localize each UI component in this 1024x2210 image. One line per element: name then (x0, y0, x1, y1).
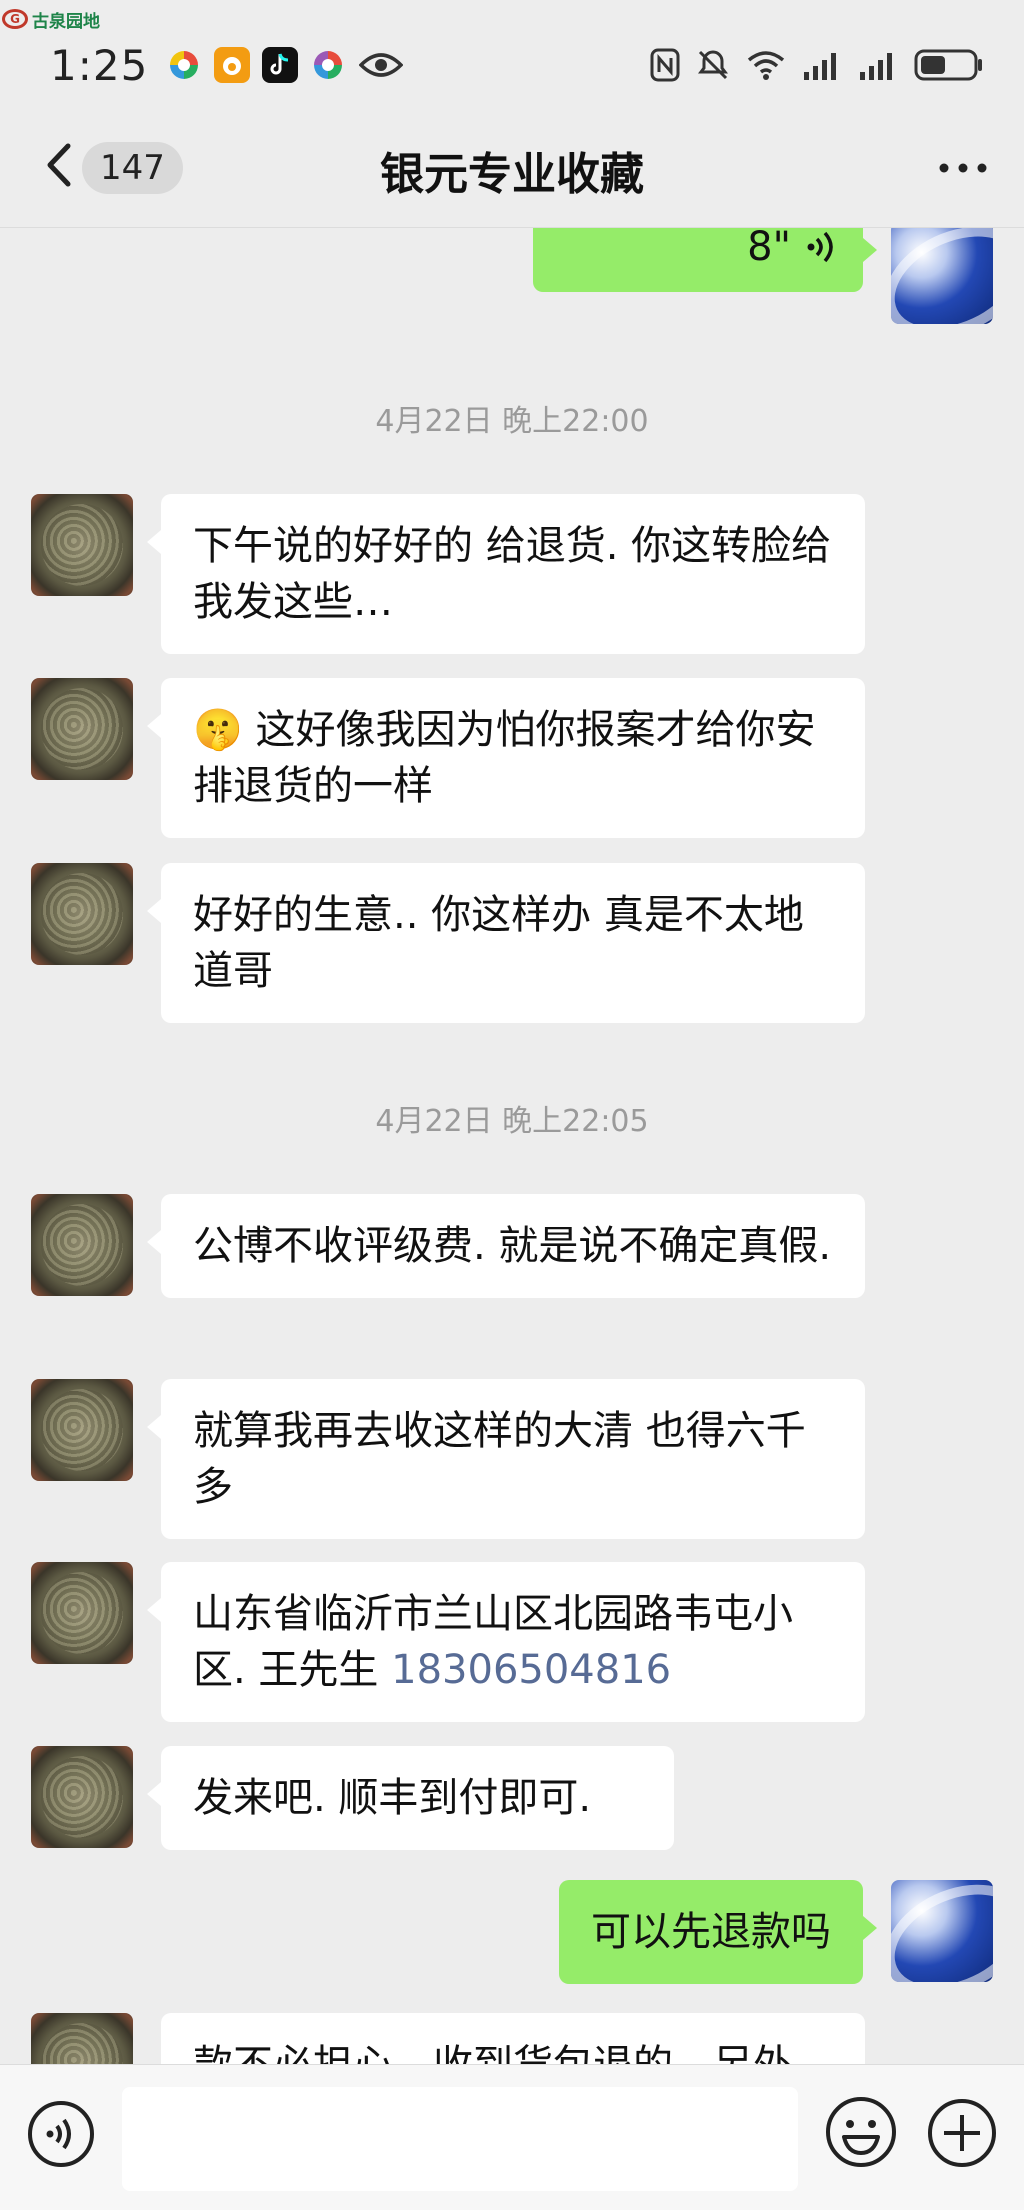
message-text: 好好的生意.. 你这样办 真是不太地道哥 (193, 892, 804, 994)
voice-wave-icon (807, 231, 833, 263)
message-bubble[interactable]: 下午说的好好的 给退货. 你这转脸给我发这些… (147, 494, 865, 654)
eye-icon (358, 47, 404, 83)
message-text: 发来吧. 顺丰到付即可. (193, 1775, 592, 1821)
contact-avatar[interactable] (31, 2013, 133, 2064)
message-bubble[interactable]: 山东省临沂市兰山区北园路韦屯小区. 王先生 18306504816 (147, 1562, 865, 1722)
browser-app-icon (310, 47, 346, 83)
message-bubble[interactable]: 公博不收评级费. 就是说不确定真假. (147, 1194, 865, 1298)
contact-avatar[interactable] (31, 678, 133, 780)
input-bar (0, 2064, 1024, 2210)
chat-header: 147 银元专业收藏 (0, 110, 1024, 228)
watermark-logo-icon: G (2, 9, 28, 29)
chat-title: 银元专业收藏 (380, 149, 644, 200)
do-not-disturb-icon (696, 47, 730, 83)
message-bubble[interactable]: 款不必担心，收到货包退的，另外 (161, 2013, 865, 2064)
phone-number-link[interactable]: 18306504816 (391, 1647, 671, 1693)
emoji-icon (826, 2097, 896, 2167)
chat-message-list[interactable]: 8" 4月22日 晚上22:00 下午说的好好的 给退货. 你这转脸给我发这些…… (0, 228, 1024, 2064)
status-bar: 1:25 (0, 0, 1024, 110)
nfc-icon (650, 47, 680, 83)
signal-icon (858, 47, 898, 83)
contact-avatar[interactable] (31, 1562, 133, 1664)
message-text: 下午说的好好的 给退货. 你这转脸给我发这些… (193, 523, 832, 625)
voice-input-icon (28, 2101, 94, 2167)
message-bubble[interactable]: 就算我再去收这样的大清 也得六千多 (147, 1379, 865, 1539)
my-avatar[interactable] (891, 1880, 993, 1982)
message-text: 就算我再去收这样的大清 也得六千多 (193, 1408, 806, 1510)
my-avatar[interactable] (891, 228, 993, 324)
watermark: G 古泉园地 (2, 6, 100, 32)
voice-duration: 8" (747, 228, 791, 270)
shush-emoji-icon: 🤫 (193, 707, 243, 753)
weibo-app-icon (214, 47, 251, 83)
signal-icon (802, 47, 842, 83)
contact-avatar[interactable] (31, 494, 133, 596)
contact-avatar[interactable] (31, 1194, 133, 1296)
message-bubble[interactable]: 发来吧. 顺丰到付即可. (147, 1746, 674, 1850)
message-timestamp: 4月22日 晚上22:05 (375, 1104, 649, 1139)
message-text: 可以先退款吗 (591, 1909, 831, 1955)
status-time: 1:25 (50, 40, 149, 90)
emoji-button[interactable] (824, 2095, 898, 2169)
plus-icon (928, 2099, 996, 2167)
contact-avatar[interactable] (31, 1379, 133, 1481)
contact-avatar[interactable] (31, 1746, 133, 1848)
message-text: 公博不收评级费. 就是说不确定真假. (193, 1223, 832, 1269)
message-input[interactable] (122, 2087, 798, 2191)
message-bubble[interactable]: 好好的生意.. 你这样办 真是不太地道哥 (147, 863, 865, 1023)
message-bubble[interactable]: 🤫 这好像我因为怕你报案才给你安排退货的一样 (147, 678, 865, 838)
voice-message-bubble[interactable]: 8" (533, 228, 877, 292)
battery-icon (914, 47, 984, 83)
browser-app-icon (166, 47, 202, 83)
message-text: 款不必担心，收到货包退的，另外 (193, 2042, 793, 2064)
contact-avatar[interactable] (31, 863, 133, 965)
more-dots-icon (939, 163, 987, 173)
watermark-text: 古泉园地 (32, 11, 100, 32)
wifi-icon (746, 47, 786, 83)
message-bubble[interactable]: 可以先退款吗 (559, 1880, 877, 1984)
tiktok-app-icon (262, 47, 299, 83)
message-timestamp: 4月22日 晚上22:00 (375, 404, 649, 439)
more-button[interactable] (938, 160, 988, 174)
voice-input-button[interactable] (26, 2099, 96, 2169)
message-text: 这好像我因为怕你报案才给你安排退货的一样 (193, 707, 816, 809)
more-functions-button[interactable] (926, 2097, 998, 2169)
